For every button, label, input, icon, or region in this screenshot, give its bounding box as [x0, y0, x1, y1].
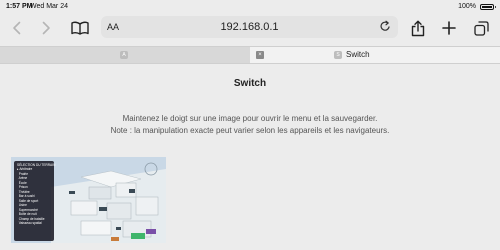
chevron-right-icon [42, 21, 50, 35]
status-date: Wed Mar 24 [30, 3, 68, 10]
new-tab-button[interactable] [440, 18, 458, 38]
page-instructions: Maintenez le doigt sur une image pour ou… [0, 113, 500, 137]
url-text[interactable]: 192.168.0.1 [101, 21, 398, 33]
tab-label: Switch [346, 50, 370, 59]
reload-icon [380, 20, 390, 31]
tab-favicon-icon: S [334, 51, 342, 59]
book-icon [71, 21, 89, 35]
game-menu-item: Vaisseau spatial [18, 221, 42, 225]
share-icon [411, 20, 425, 36]
browser-toolbar: AA 192.168.0.1 [0, 14, 500, 44]
share-button[interactable] [409, 18, 427, 38]
page-title: Switch [233, 78, 267, 89]
plus-icon [442, 21, 456, 35]
tab-favicon-icon: A [120, 51, 128, 59]
game-menu: SÉLECTION DU TERRAIN ▸ Arbitraire Prairi… [14, 161, 55, 241]
status-bar: 1:57 PM Wed Mar 24 100% [0, 0, 500, 14]
battery-percent: 100% [458, 3, 476, 10]
close-tab-icon[interactable]: × [256, 51, 264, 59]
battery-icon [480, 4, 496, 10]
tab-inactive[interactable]: A [0, 47, 248, 63]
status-time: 1:57 PM [6, 3, 33, 10]
bookmarks-button[interactable] [70, 18, 90, 38]
tab-switch[interactable]: × S Switch [250, 47, 500, 63]
note-line: Note : la manipulation exacte peut varie… [110, 126, 390, 135]
back-button[interactable] [8, 18, 24, 38]
chevron-left-icon [12, 21, 20, 35]
web-page: Switch Maintenez le doigt sur une image … [0, 64, 500, 250]
tabs-overview-button[interactable] [472, 18, 490, 38]
tabs-icon [473, 20, 489, 36]
instruction-line: Maintenez le doigt sur une image pour ou… [122, 114, 378, 123]
screenshot-image[interactable]: SÉLECTION DU TERRAIN ▸ Arbitraire Prairi… [11, 157, 166, 243]
address-bar[interactable]: AA 192.168.0.1 [101, 16, 398, 38]
tab-bar: A × S Switch [0, 46, 500, 64]
reload-button[interactable] [380, 20, 391, 35]
forward-button[interactable] [38, 18, 54, 38]
